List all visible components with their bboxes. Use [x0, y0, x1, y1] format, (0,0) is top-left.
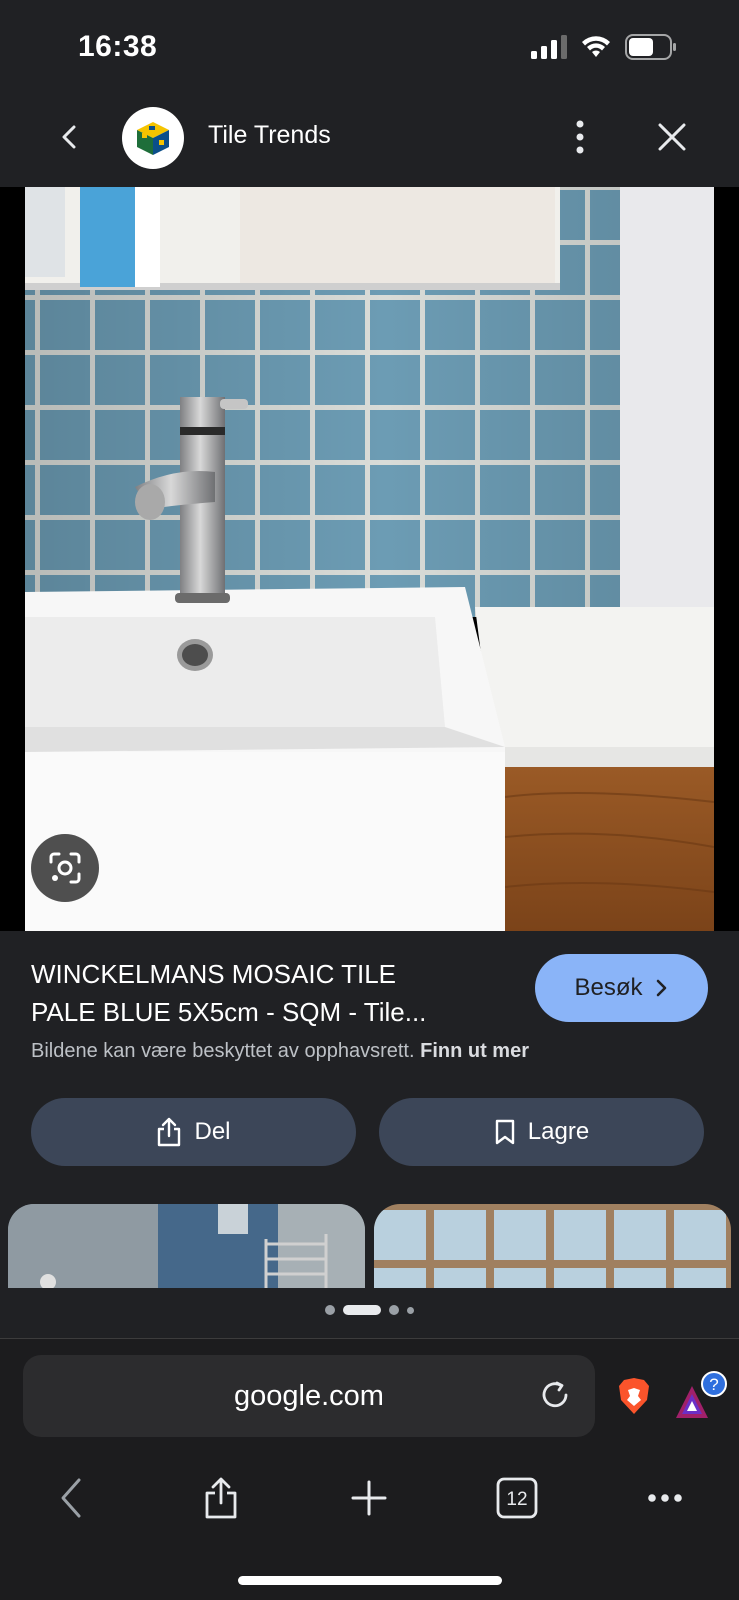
rewards-triangle-icon: ?	[676, 1371, 727, 1418]
site-name[interactable]: Tile Trends	[208, 121, 331, 150]
status-icons	[531, 34, 677, 60]
wifi-icon	[582, 36, 610, 57]
pager-dot	[407, 1306, 414, 1314]
browser-back-button[interactable]	[48, 1473, 98, 1523]
signal-icon	[531, 35, 567, 59]
more-horiz-icon	[648, 1494, 682, 1502]
google-lens-button[interactable]	[31, 834, 99, 902]
close-button[interactable]	[650, 115, 694, 159]
pager-dot-active	[343, 1305, 381, 1315]
rewards-badge: ?	[709, 1375, 718, 1394]
back-button[interactable]	[50, 117, 90, 157]
related-image-2[interactable]	[374, 1204, 731, 1288]
site-header: Tile Trends	[0, 95, 739, 185]
related-image-1[interactable]	[8, 1204, 365, 1288]
plus-icon	[351, 1480, 387, 1516]
save-label: Lagre	[527, 1118, 590, 1145]
save-button[interactable]: Lagre	[379, 1098, 704, 1166]
copyright-text: Bildene kan være beskyttet av opphavsret…	[31, 1040, 415, 1062]
chevron-left-icon	[62, 125, 76, 149]
related-bathroom-thumbnail	[8, 1204, 365, 1288]
more-options-button[interactable]	[560, 115, 600, 159]
share-label: Del	[194, 1118, 231, 1145]
url-text[interactable]: google.com	[23, 1380, 595, 1413]
chevron-left-icon	[61, 1478, 81, 1518]
cube-logo-icon	[137, 122, 169, 155]
pager-dot	[389, 1305, 399, 1315]
result-title[interactable]: WINCKELMANS MOSAIC TILE PALE BLUE 5X5cm …	[31, 955, 501, 1031]
bookmark-icon	[495, 1119, 514, 1145]
copyright-notice: Bildene kan være beskyttet av opphavsret…	[31, 1040, 529, 1063]
learn-more-link[interactable]: Finn ut mer	[420, 1040, 529, 1062]
battery-icon	[625, 34, 676, 60]
brave-shields-button[interactable]	[614, 1376, 654, 1416]
more-vert-icon	[576, 120, 584, 154]
share-icon	[205, 1477, 237, 1519]
new-tab-button[interactable]	[344, 1473, 394, 1523]
status-time: 16:38	[78, 30, 158, 63]
tabs-counter-icon: 12	[496, 1477, 538, 1519]
pager-dot	[325, 1305, 335, 1315]
browser-menu-button[interactable]	[640, 1473, 690, 1523]
tabs-button[interactable]: 12	[492, 1473, 542, 1523]
share-button[interactable]: Del	[31, 1098, 356, 1166]
browser-share-button[interactable]	[196, 1473, 246, 1523]
site-logo[interactable]	[122, 107, 184, 169]
address-bar[interactable]: google.com	[23, 1355, 595, 1437]
result-title-line1: WINCKELMANS MOSAIC TILE	[31, 959, 397, 989]
brave-lion-icon	[619, 1378, 649, 1414]
home-indicator	[238, 1576, 502, 1585]
tab-count: 12	[506, 1489, 527, 1510]
visit-label: Besøk	[574, 974, 643, 1001]
brave-rewards-button[interactable]: ?	[672, 1370, 728, 1426]
close-icon	[658, 123, 686, 151]
image-pager	[0, 1305, 739, 1315]
result-title-line2: PALE BLUE 5X5cm - SQM - Tile...	[31, 997, 427, 1027]
bathroom-sink-photo[interactable]	[25, 187, 714, 931]
visit-button[interactable]: Besøk	[535, 954, 708, 1022]
image-preview	[0, 187, 739, 931]
share-icon	[158, 1117, 181, 1147]
chevron-right-icon	[656, 979, 666, 997]
lens-icon	[49, 852, 81, 884]
reload-icon	[542, 1381, 568, 1408]
reload-button[interactable]	[535, 1375, 575, 1415]
related-tile-thumbnail	[374, 1204, 731, 1288]
